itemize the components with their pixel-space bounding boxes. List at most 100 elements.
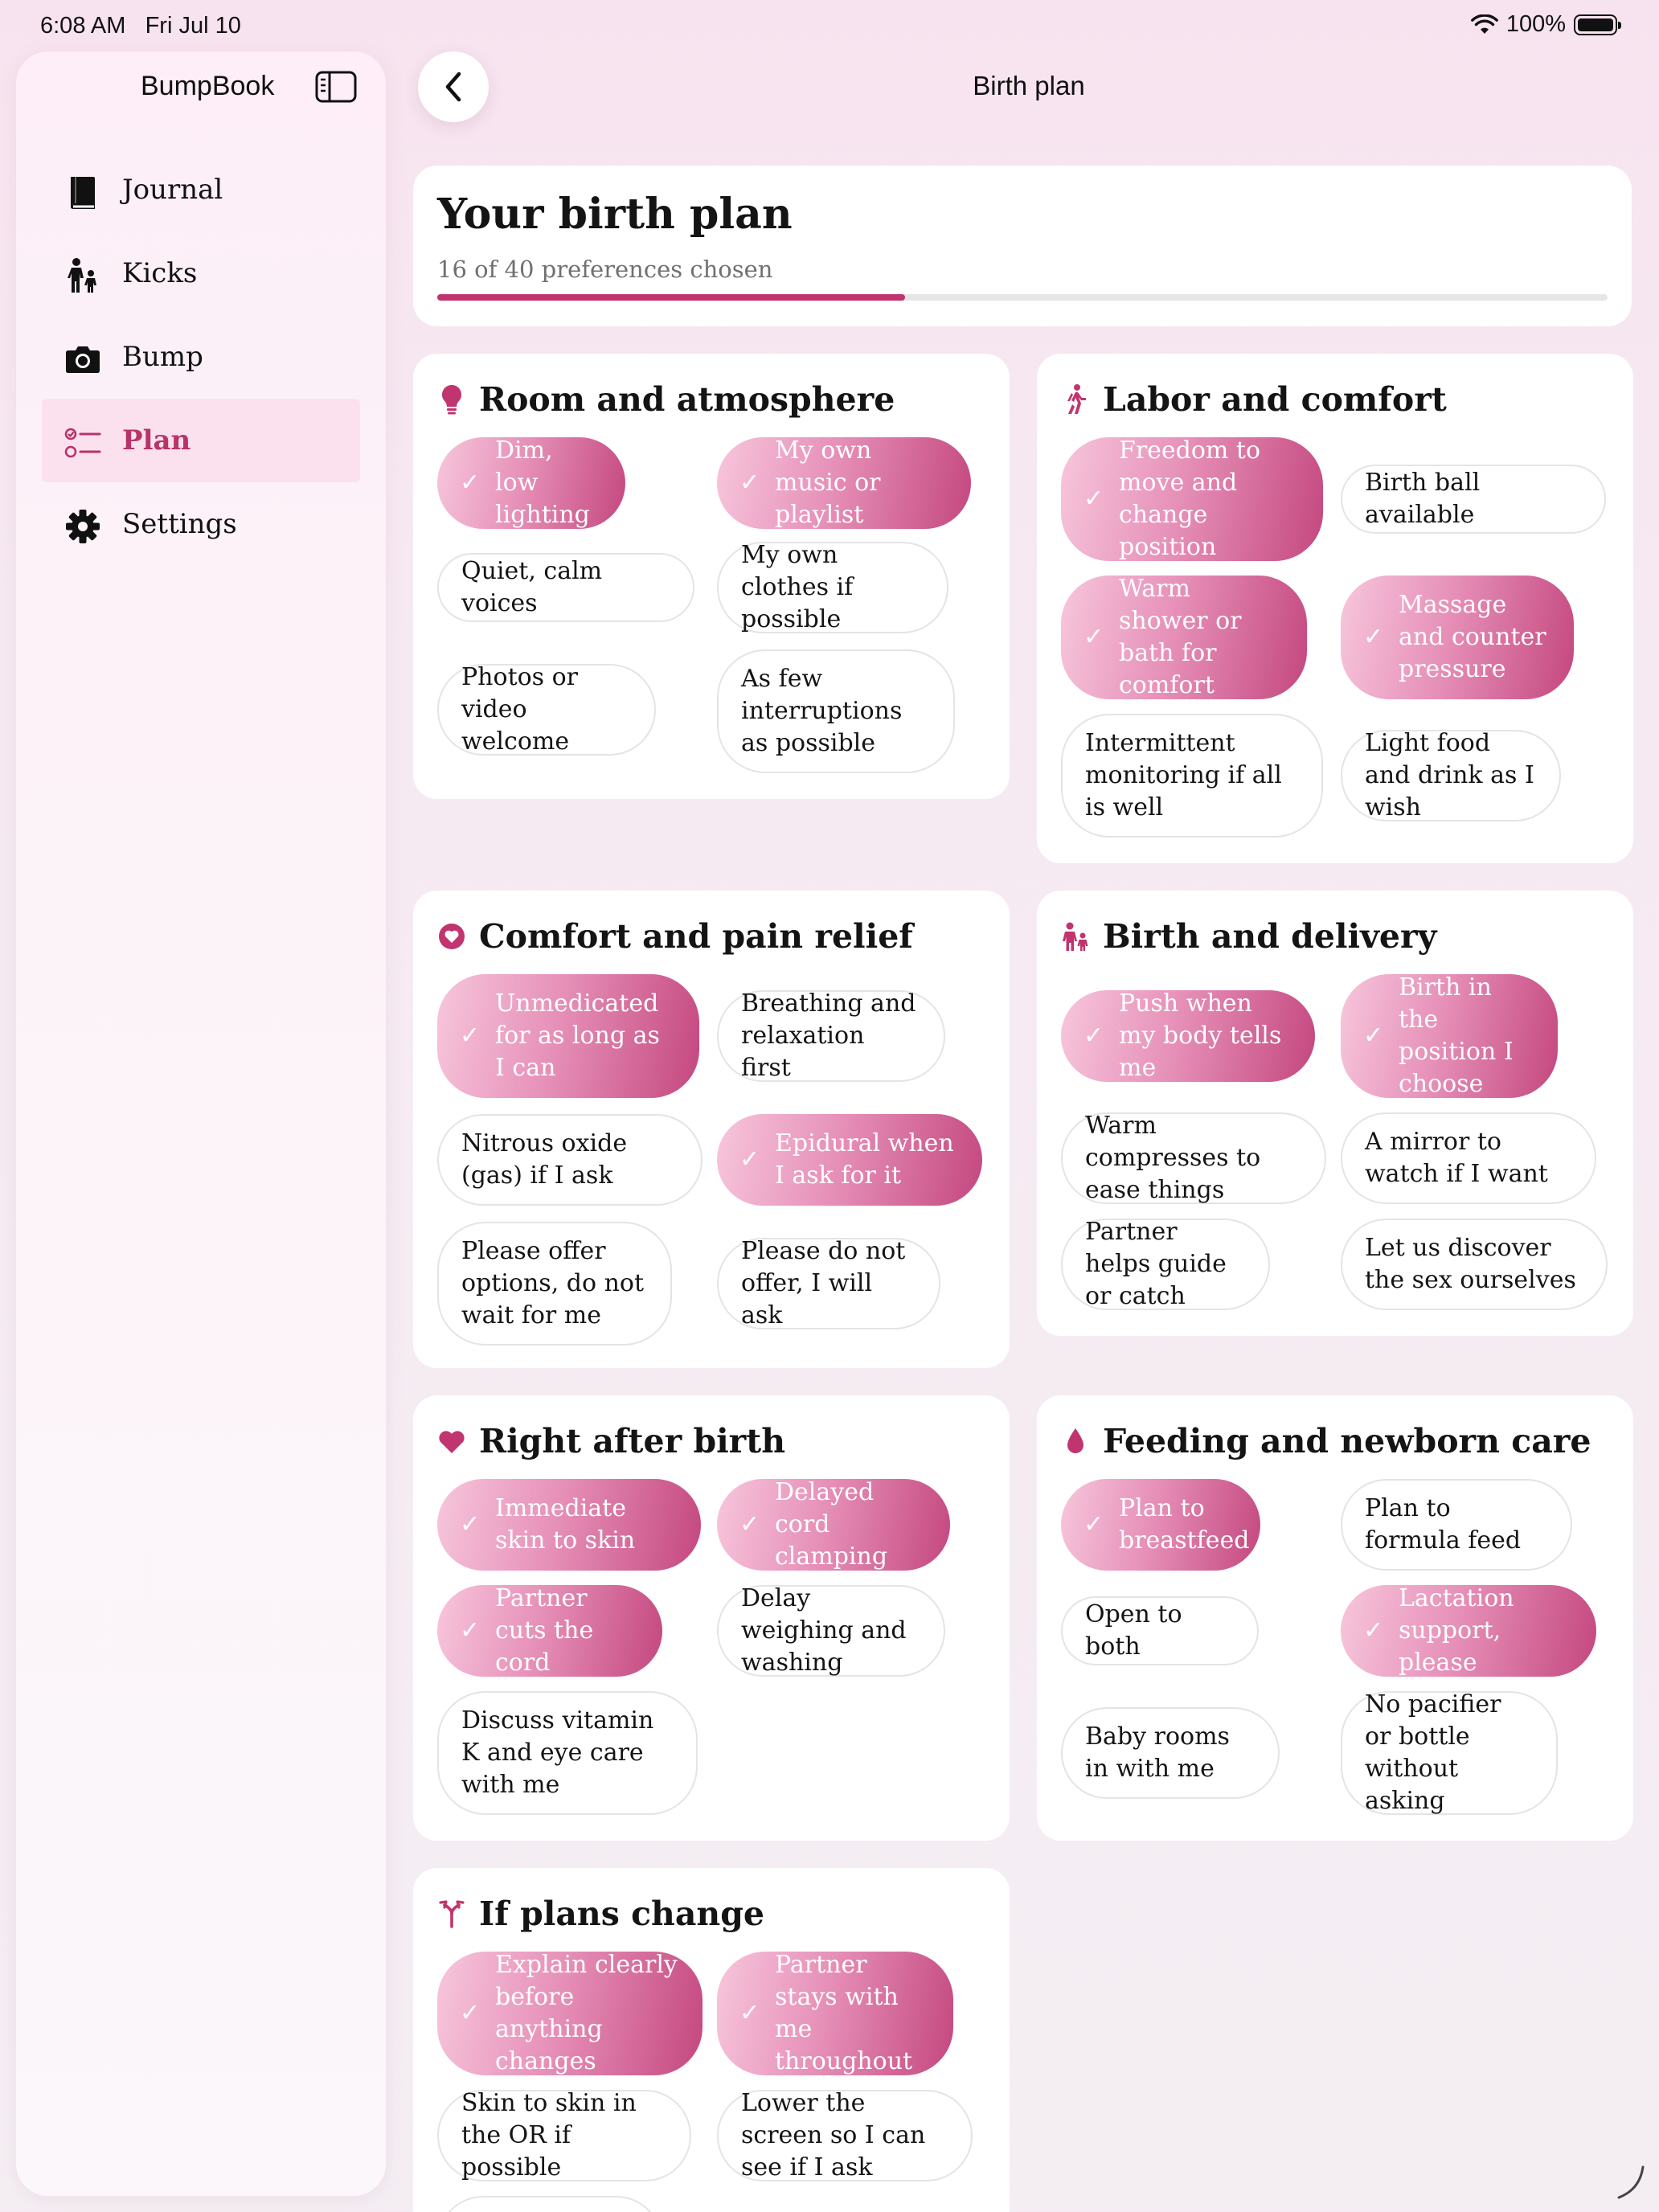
preference-chip[interactable]: Plan to formula feed [1341,1479,1572,1571]
preference-chip[interactable]: Plan to breastfeed [1061,1479,1260,1571]
preference-chip[interactable]: As few interruptions as possible [717,649,955,773]
preference-chip[interactable]: Intermittent monitoring if all is well [1061,714,1323,838]
sidebar-item-label: Settings [122,508,237,540]
preference-chip[interactable]: Delay weighing and washing [717,1584,945,1677]
preference-chip[interactable]: Warm compresses to ease things [1061,1112,1326,1204]
preference-chip[interactable]: No pacifier or bottle without asking [1341,1690,1558,1815]
battery-percent: 100% [1505,11,1566,37]
sidebar-item-label: Plan [122,424,191,457]
walking-person-icon [1067,384,1086,414]
clock: 6:08 AM [40,13,126,39]
preference-chip[interactable]: Let us discover the sex ourselves [1341,1219,1608,1310]
sidebar-item-label: Journal [122,174,223,206]
battery-icon [1574,14,1621,35]
preference-chip[interactable]: Epidural when I ask for it [717,1114,982,1206]
progress-fill [437,294,906,301]
sidebar-item-bump[interactable]: Bump [42,315,360,399]
preference-chip[interactable]: Warm shower or bath for comfort [1061,575,1307,699]
section-header: Labor and comfort [1061,376,1447,423]
sidebar: BumpBook Journal Kicks Bump Plan Setting… [16,51,386,2196]
heart-circle-icon [439,924,465,949]
sidebar-item-label: Kicks [122,257,198,289]
preference-chip[interactable]: Explain clearly before anything changes [437,1951,703,2075]
preference-chip[interactable]: Dim, low lighting [437,436,625,529]
preference-chip[interactable]: Delayed cord clamping [717,1478,950,1571]
page-title: Birth plan [973,71,1085,100]
camera-icon [66,346,100,373]
wifi-icon [1470,14,1498,34]
preference-chip[interactable]: Lactation support, please [1341,1584,1596,1677]
heart-icon [439,1431,465,1453]
app-title: BumpBook [141,71,275,101]
preference-chip[interactable]: My own music or playlist [717,436,971,529]
scroll-indicator [1617,2165,1645,2199]
date: Fri Jul 10 [145,13,241,39]
preference-chip[interactable]: Nitrous oxide (gas) if I ask [437,1114,703,1206]
preference-chip[interactable]: Massage and counter pressure [1341,576,1574,699]
section-header: Feeding and newborn care [1061,1418,1591,1464]
drop-icon [1067,1428,1083,1453]
sidebar-item-plan[interactable]: Plan [42,399,360,482]
preference-chip[interactable]: Immediate skin to skin [437,1479,701,1571]
chevron-left-icon [445,72,461,102]
status-bar: 6:08 AM Fri Jul 10 100% [0,0,1659,51]
sidebar-item-settings[interactable]: Settings [42,482,360,566]
section-title: Room and atmosphere [479,380,895,419]
preference-chip[interactable]: Push when my body tells me [1061,989,1315,1082]
summary-title: Your birth plan [437,190,793,239]
sidebar-item-label: Bump [122,341,203,373]
section-right-after-birth: Right after birth Immediate skin to skin… [413,1395,1010,1841]
section-header: Room and atmosphere [437,376,895,423]
status-right: 100% [1470,11,1621,38]
preference-chip[interactable]: Partner stays with me throughout [717,1951,953,2075]
section-title: Labor and comfort [1103,380,1447,419]
preference-chip[interactable]: Please offer options, do not wait for me [437,1222,672,1346]
section-title: If plans change [479,1895,764,1933]
section-title: Birth and delivery [1103,917,1437,956]
preference-chip[interactable]: Birth in the position I choose [1341,973,1558,1098]
preference-chip[interactable]: Breathing and relaxation first [717,989,945,1082]
section-header: Right after birth [437,1418,785,1464]
preference-chip[interactable]: Baby rooms in with me [1061,1707,1280,1799]
status-time: 6:08 AM Fri Jul 10 [40,13,241,39]
section-labor-comfort: Labor and comfort Freedom to move and ch… [1037,354,1633,863]
sidebar-toggle-icon[interactable] [315,71,357,103]
preference-chip[interactable]: Birth ball available [1341,465,1606,534]
preference-chip[interactable]: Partner helps guide or catch [1061,1218,1270,1310]
preference-chip[interactable]: A mirror to watch if I want [1341,1112,1596,1204]
preference-chip[interactable]: My own clothes if possible [717,541,948,633]
preference-chip[interactable]: Light food and drink as I wish [1341,729,1561,821]
section-if-plans-change: If plans change Explain clearly before a… [413,1868,1010,2212]
section-feeding-newborn-care: Feeding and newborn care Plan to breastf… [1037,1395,1633,1841]
preference-chip[interactable]: Open to both [1061,1596,1259,1665]
gear-icon [66,510,100,543]
preference-chip[interactable]: Quiet, calm voices [437,553,694,622]
walking-figures-icon [68,258,96,293]
back-button[interactable] [418,51,489,122]
section-header: If plans change [437,1890,764,1937]
section-header: Birth and delivery [1061,913,1436,960]
checklist-icon [64,428,101,458]
preference-chip[interactable]: Discuss vitamin K and eye care with me [437,1691,698,1815]
preference-chip[interactable]: Freedom to move and change position [1061,436,1323,561]
summary-card: Your birth plan 16 of 40 preferences cho… [413,166,1632,326]
progress-bar [437,294,1608,301]
preference-chip[interactable]: Unmedicated for as long as I can [437,974,699,1098]
section-birth-delivery: Birth and delivery Push when my body tel… [1037,891,1633,1336]
summary-subtitle: 16 of 40 preferences chosen [437,256,773,283]
section-title: Right after birth [479,1422,786,1460]
preference-chip[interactable]: Partner cuts the cord [437,1584,662,1677]
section-title: Comfort and pain relief [479,917,913,956]
preference-chip[interactable]: Photos or video welcome [437,663,656,756]
preference-chip[interactable]: Please do not offer, I will ask [717,1237,940,1329]
parent-child-icon [1063,922,1088,951]
preference-chip[interactable]: Skin to skin in the OR if possible [437,2089,691,2181]
lightbulb-icon [441,384,462,415]
sidebar-item-journal[interactable]: Journal [42,148,360,231]
preference-chip-partial[interactable] [437,2196,662,2212]
section-comfort-pain-relief: Comfort and pain relief Unmedicated for … [413,891,1010,1368]
section-title: Feeding and newborn care [1103,1422,1591,1460]
section-header: Comfort and pain relief [437,913,913,960]
preference-chip[interactable]: Lower the screen so I can see if I ask [717,2089,973,2181]
sidebar-item-kicks[interactable]: Kicks [42,231,360,315]
